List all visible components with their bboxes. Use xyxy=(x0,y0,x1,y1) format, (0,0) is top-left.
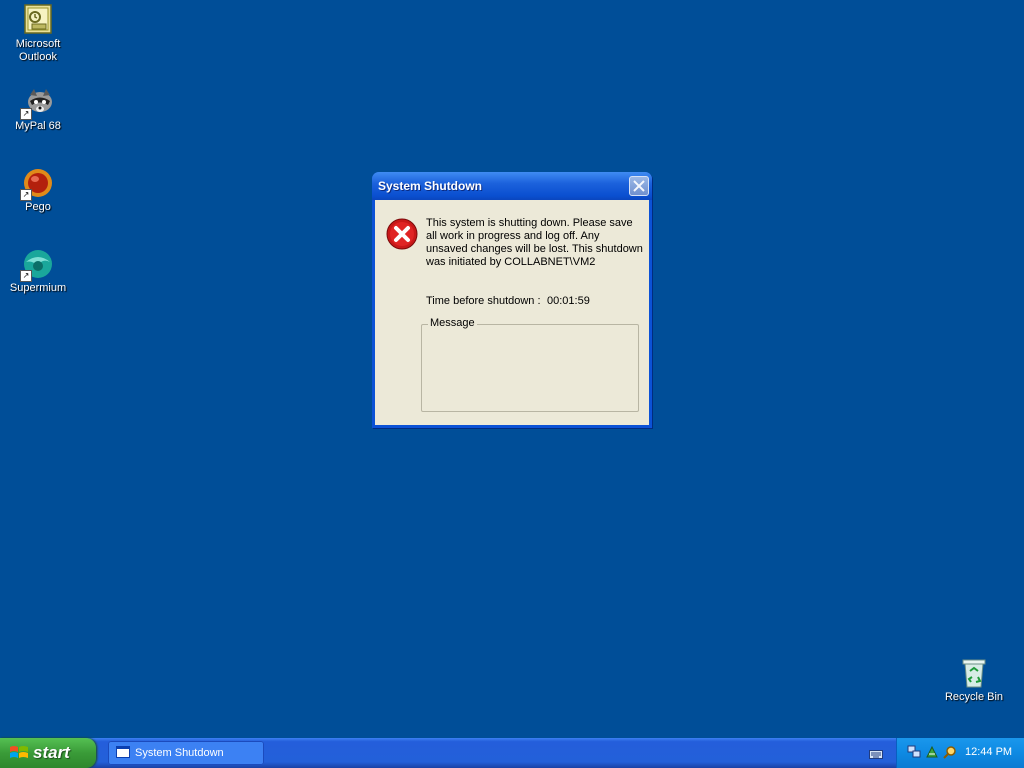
clock[interactable]: 12:44 PM xyxy=(965,746,1012,758)
error-icon xyxy=(386,218,418,250)
desktop-icon-recycle-bin[interactable]: Recycle Bin xyxy=(936,657,1012,704)
outlook-icon xyxy=(22,4,54,36)
supermium-icon: ↗ xyxy=(20,248,54,282)
desktop-icon-microsoft-outlook[interactable]: Microsoft Outlook xyxy=(0,4,76,64)
recycle-bin-icon xyxy=(958,657,990,689)
system-tray: 12:44 PM xyxy=(896,738,1024,768)
start-label: start xyxy=(33,743,70,762)
shutdown-message: This system is shutting down. Please sav… xyxy=(426,217,643,268)
dialog-titlebar[interactable]: System Shutdown xyxy=(372,172,652,200)
search-icon[interactable] xyxy=(943,745,957,759)
close-button[interactable] xyxy=(629,176,649,196)
desktop-icon-label: MyPal 68 xyxy=(15,120,61,132)
desktop-icon-label: Pego xyxy=(25,201,51,213)
windows-logo-icon xyxy=(10,746,28,758)
desktop-icon-label: Recycle Bin xyxy=(944,691,1004,703)
desktop-icon-supermium[interactable]: ↗ Supermium xyxy=(0,248,76,295)
message-groupbox: Message xyxy=(421,317,639,412)
desktop-icon-pego[interactable]: ↗ Pego xyxy=(0,167,76,214)
raccoon-icon: ↗ xyxy=(20,86,54,120)
dialog-title: System Shutdown xyxy=(378,179,483,193)
desktop-icon-label: Microsoft xyxy=(15,38,61,50)
window-icon xyxy=(116,746,130,758)
time-before-shutdown-value: 00:01:59 xyxy=(547,295,590,307)
taskbar: start System Shutdown 12:44 PM xyxy=(0,738,1024,768)
desktop-icon-label: Supermium xyxy=(9,282,67,294)
network-icon[interactable] xyxy=(907,745,921,759)
dialog-body: This system is shutting down. Please sav… xyxy=(375,200,649,425)
desktop-icon-label: Outlook xyxy=(19,51,57,63)
time-before-shutdown-label: Time before shutdown : xyxy=(426,295,541,307)
shortcut-arrow-icon: ↗ xyxy=(20,108,32,120)
close-icon xyxy=(633,180,645,192)
system-shutdown-dialog: System Shutdown This system is shutting … xyxy=(372,172,652,428)
start-button[interactable]: start xyxy=(0,738,96,768)
keyboard-icon[interactable] xyxy=(869,750,883,759)
pego-icon: ↗ xyxy=(20,167,54,201)
taskbar-button-system-shutdown[interactable]: System Shutdown xyxy=(108,741,264,765)
shortcut-arrow-icon: ↗ xyxy=(20,189,32,201)
desktop-icon-mypal[interactable]: ↗ MyPal 68 xyxy=(0,86,76,133)
message-group-label: Message xyxy=(428,317,477,329)
taskbar-button-label: System Shutdown xyxy=(135,747,224,759)
safely-remove-icon[interactable] xyxy=(925,745,939,759)
shortcut-arrow-icon: ↗ xyxy=(20,270,32,282)
